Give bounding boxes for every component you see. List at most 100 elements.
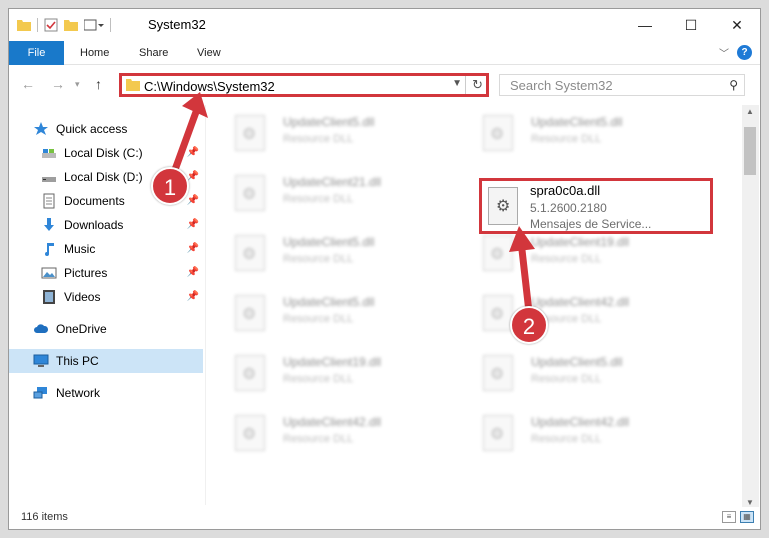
sidebar-item-local-disk-c[interactable]: Local Disk (C:) 📌 bbox=[9, 141, 203, 165]
pin-icon[interactable]: 📌 bbox=[187, 219, 199, 230]
file-type: Resource DLL bbox=[283, 373, 354, 385]
tab-share[interactable]: Share bbox=[125, 41, 182, 65]
details-view-icon[interactable]: ≡ bbox=[722, 511, 736, 523]
file-item[interactable]: UpdateClient5.dll Resource DLL bbox=[457, 347, 687, 399]
sidebar-item-label: Pictures bbox=[64, 266, 108, 280]
minimize-button[interactable]: — bbox=[622, 9, 668, 41]
sidebar-item-label: Documents bbox=[64, 194, 125, 208]
file-name: UpdateClient5.dll bbox=[531, 115, 623, 129]
scroll-up-icon[interactable]: ▲ bbox=[746, 107, 754, 116]
help-icon[interactable]: ? bbox=[737, 45, 752, 60]
tab-home[interactable]: Home bbox=[66, 41, 123, 65]
pin-icon[interactable]: 📌 bbox=[187, 267, 199, 278]
chevron-down-icon[interactable]: ▼ bbox=[452, 78, 462, 89]
sidebar-item-network[interactable]: Network bbox=[9, 381, 203, 405]
file-item[interactable]: UpdateClient5.dll Resource DLL bbox=[209, 227, 439, 279]
search-icon[interactable]: ⚲ bbox=[729, 78, 738, 92]
step-1-badge: 1 bbox=[151, 167, 189, 205]
documents-icon bbox=[43, 193, 55, 209]
file-item[interactable]: UpdateClient42.dll Resource DLL bbox=[457, 287, 687, 339]
target-dll-file[interactable]: ⚙ spra0c0a.dll 5.1.2600.2180 Mensajes de… bbox=[479, 178, 713, 234]
sidebar-item-quick-access[interactable]: Quick access bbox=[9, 117, 203, 141]
download-icon bbox=[44, 218, 54, 231]
tiles-view-icon[interactable]: ▦ bbox=[740, 511, 754, 523]
dll-file-icon bbox=[235, 175, 265, 211]
recent-locations-icon[interactable]: ▾ bbox=[75, 79, 80, 90]
file-item[interactable]: UpdateClient42.dll Resource DLL bbox=[457, 407, 687, 459]
pin-icon[interactable]: 📌 bbox=[187, 195, 199, 206]
sidebar-item-label: Local Disk (C:) bbox=[64, 146, 143, 160]
vertical-scrollbar[interactable]: ▲ ▼ bbox=[742, 105, 759, 509]
file-name: UpdateClient42.dll bbox=[283, 415, 382, 429]
status-bar: 116 items ≡ ▦ bbox=[9, 507, 760, 529]
explorer-window: System32 — ☐ ✕ File Home Share View ﹀ ? … bbox=[8, 8, 761, 530]
file-item[interactable]: UpdateClient19.dll Resource DLL bbox=[209, 347, 439, 399]
file-item[interactable]: UpdateClient5.dll Resource DLL bbox=[209, 107, 439, 159]
drive-icon bbox=[42, 149, 56, 158]
dll-file-icon bbox=[483, 235, 513, 271]
file-version: 5.1.2600.2180 bbox=[530, 201, 607, 215]
address-path[interactable]: C:\Windows\System32 bbox=[144, 79, 275, 94]
file-list: UpdateClient5.dll Resource DLL UpdateCli… bbox=[209, 105, 744, 509]
search-placeholder: Search System32 bbox=[510, 78, 613, 93]
scroll-down-icon[interactable]: ▼ bbox=[746, 498, 754, 507]
item-count: 116 items bbox=[21, 511, 68, 523]
toolbar-divider bbox=[37, 18, 38, 32]
dll-file-icon: ⚙ bbox=[488, 187, 518, 225]
sidebar-item-videos[interactable]: Videos 📌 bbox=[9, 285, 203, 309]
file-type: Resource DLL bbox=[283, 253, 354, 265]
sidebar-item-music[interactable]: Music 📌 bbox=[9, 237, 203, 261]
file-type: Resource DLL bbox=[283, 193, 354, 205]
file-item[interactable]: UpdateClient42.dll Resource DLL bbox=[209, 407, 439, 459]
file-item[interactable]: UpdateClient21.dll Resource DLL bbox=[209, 167, 439, 219]
file-name: UpdateClient42.dll bbox=[531, 415, 630, 429]
close-button[interactable]: ✕ bbox=[714, 9, 760, 41]
toolbar-divider bbox=[110, 18, 111, 32]
file-type: Resource DLL bbox=[283, 433, 354, 445]
sidebar-item-pictures[interactable]: Pictures 📌 bbox=[9, 261, 203, 285]
up-arrow-icon[interactable]: ↑ bbox=[95, 76, 102, 92]
folder-icon bbox=[17, 20, 31, 31]
scroll-thumb[interactable] bbox=[744, 127, 756, 175]
tab-view[interactable]: View bbox=[183, 41, 235, 65]
window-title: System32 bbox=[148, 17, 206, 32]
dll-file-icon bbox=[483, 295, 513, 331]
pane-divider bbox=[205, 105, 206, 505]
search-input[interactable]: Search System32 ⚲ bbox=[499, 74, 745, 96]
music-icon bbox=[45, 243, 54, 256]
sidebar-item-onedrive[interactable]: OneDrive bbox=[9, 317, 203, 341]
maximize-button[interactable]: ☐ bbox=[668, 9, 714, 41]
sidebar-item-downloads[interactable]: Downloads 📌 bbox=[9, 213, 203, 237]
pin-icon[interactable]: 📌 bbox=[187, 243, 199, 254]
dll-file-icon bbox=[483, 355, 513, 391]
chevron-down-icon[interactable]: ﹀ bbox=[719, 45, 729, 60]
cloud-icon bbox=[34, 324, 49, 333]
file-type: Resource DLL bbox=[531, 373, 602, 385]
properties-icon[interactable] bbox=[44, 18, 58, 32]
new-folder-icon[interactable] bbox=[64, 19, 78, 31]
ribbon-right: ﹀ ? bbox=[719, 45, 752, 60]
folder-icon bbox=[126, 79, 140, 91]
file-name: UpdateClient5.dll bbox=[283, 235, 375, 249]
sidebar-item-this-pc[interactable]: This PC bbox=[9, 349, 203, 373]
file-item[interactable]: UpdateClient19.dll Resource DLL bbox=[457, 227, 687, 279]
refresh-icon[interactable]: ↻ bbox=[472, 77, 483, 93]
file-description: Mensajes de Service... bbox=[530, 217, 652, 231]
customize-icon[interactable] bbox=[84, 19, 104, 31]
file-name: spra0c0a.dll bbox=[530, 183, 601, 198]
pin-icon[interactable]: 📌 bbox=[187, 291, 199, 302]
dll-file-icon bbox=[235, 115, 265, 151]
tab-file[interactable]: File bbox=[9, 41, 64, 65]
address-bar[interactable]: C:\Windows\System32 ▼ ↻ bbox=[119, 73, 489, 97]
forward-arrow-icon[interactable]: → bbox=[51, 76, 65, 92]
file-type: Resource DLL bbox=[531, 133, 602, 145]
sidebar-item-label: OneDrive bbox=[56, 322, 107, 336]
navigation-pane: Quick access Local Disk (C:) 📌 Local Dis… bbox=[9, 105, 205, 505]
file-item[interactable]: UpdateClient5.dll Resource DLL bbox=[209, 287, 439, 339]
sidebar-item-label: Network bbox=[56, 386, 101, 400]
sidebar-item-label: Downloads bbox=[64, 218, 124, 232]
back-arrow-icon[interactable]: ← bbox=[21, 76, 35, 92]
file-item[interactable]: UpdateClient5.dll Resource DLL bbox=[457, 107, 687, 159]
pin-icon[interactable]: 📌 bbox=[187, 147, 199, 158]
computer-icon bbox=[33, 354, 49, 367]
